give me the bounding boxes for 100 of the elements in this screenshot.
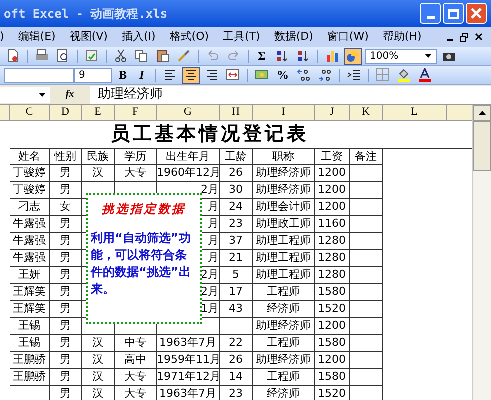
font-color-icon <box>418 68 432 82</box>
table-cell: 大专 <box>115 386 157 400</box>
table-cell: 37 <box>220 233 253 250</box>
column-header[interactable]: E <box>82 105 115 120</box>
menu-item[interactable]: 帮助(H) <box>382 28 422 46</box>
align-center-icon <box>184 68 198 82</box>
window-title: oft Excel - 动画教程.xls <box>4 6 168 22</box>
close-button[interactable] <box>466 3 487 24</box>
table-cell: 1580 <box>315 369 350 386</box>
table-cell: 14 <box>220 369 253 386</box>
toolbar-button[interactable] <box>416 66 434 84</box>
column-header[interactable]: I <box>253 105 315 120</box>
column-header[interactable]: D <box>50 105 82 120</box>
table-cell: 男 <box>50 284 82 301</box>
formula-input[interactable]: 助理经济师 <box>90 86 491 104</box>
toolbar-button[interactable]: Σ <box>254 48 270 64</box>
toolbar-button[interactable]: B <box>115 66 131 84</box>
bar-chart-icon <box>325 49 339 63</box>
menu-item[interactable]: 数据(D) <box>274 28 314 46</box>
table-cell: 女 <box>50 199 82 216</box>
spelling-icon <box>85 49 99 63</box>
restore-icon[interactable] <box>460 32 469 42</box>
empty-cell <box>350 318 383 335</box>
table-cell: 1963年7月 <box>157 386 220 400</box>
empty-cell <box>350 369 383 386</box>
insert-function-button[interactable]: fx <box>50 87 90 102</box>
font-size-combo[interactable]: 9 <box>74 68 112 82</box>
column-header[interactable]: C <box>10 105 50 120</box>
empty-cell <box>350 301 383 318</box>
table-cell: 王辉笑 <box>10 301 50 318</box>
column-header[interactable]: F <box>115 105 157 120</box>
column-header[interactable]: J <box>315 105 350 120</box>
table-cell: 1280 <box>315 250 350 267</box>
menu-item[interactable]: 插入(I) <box>122 28 156 46</box>
column-header[interactable]: L <box>383 105 447 120</box>
header-cell: 学历 <box>115 149 157 165</box>
column-header[interactable]: G <box>157 105 220 120</box>
toolbar-button[interactable] <box>182 66 200 84</box>
empty-cell <box>350 233 383 250</box>
menu-item[interactable]: 视图(V) <box>70 28 108 46</box>
table-cell: 1580 <box>315 335 350 352</box>
table-cell: 男 <box>50 233 82 250</box>
menu-item[interactable]: 窗口(W) <box>327 28 369 46</box>
toolbar-button[interactable]: % <box>274 66 292 84</box>
page-icon <box>6 49 20 63</box>
table-cell: 中专 <box>115 335 157 352</box>
up-arrow-icon <box>478 111 486 115</box>
empty-cell <box>350 182 383 199</box>
table-cell: 汉 <box>82 352 115 369</box>
toolbar-button[interactable] <box>295 66 313 84</box>
table-cell: 1280 <box>315 267 350 284</box>
table-cell: 1200 <box>315 318 350 335</box>
table-cell: 1200 <box>315 182 350 199</box>
table-cell: 1280 <box>315 233 350 250</box>
table-cell: 助理工程师 <box>253 250 315 267</box>
zoom-combo[interactable]: 100% <box>365 48 437 64</box>
column-header[interactable]: K <box>350 105 383 120</box>
scroll-thumb[interactable] <box>473 121 491 171</box>
borders-icon <box>376 68 390 82</box>
menu-item[interactable]: 格式(O) <box>170 28 210 46</box>
column-header[interactable]: H <box>220 105 253 120</box>
minimize-button[interactable] <box>420 3 441 24</box>
table-cell: 男 <box>50 165 82 182</box>
table-cell: 高中 <box>115 352 157 369</box>
table-cell: 1200 <box>315 199 350 216</box>
shapes-icon <box>346 49 360 63</box>
table-cell: 牛露强 <box>10 216 50 233</box>
table-cell: 26 <box>220 352 253 369</box>
magnifier-page-icon <box>56 49 70 63</box>
paint-bucket-icon <box>397 68 411 82</box>
table-cell: 汉 <box>82 165 115 182</box>
brush-icon <box>177 49 191 63</box>
table-cell: 1580 <box>315 284 350 301</box>
table-cell: 丁骏婷 <box>10 165 50 182</box>
table-cell: 男 <box>50 250 82 267</box>
vertical-scrollbar[interactable] <box>472 105 491 400</box>
menu-item[interactable]: 编辑(E) <box>18 28 56 46</box>
table-cell: 26 <box>220 165 253 182</box>
table-cell: 王鹏骄 <box>10 352 50 369</box>
toolbar-button[interactable] <box>395 66 413 84</box>
increase-decimal-icon <box>297 68 311 82</box>
undo-icon <box>206 49 220 63</box>
table-cell: 工程师 <box>253 335 315 352</box>
table-cell: 丁骏婷 <box>10 182 50 199</box>
table-cell: 王妍 <box>10 267 50 284</box>
table-cell: 刁志 <box>10 199 50 216</box>
close-icon[interactable] <box>475 33 483 41</box>
menu-item[interactable]: ) <box>0 28 4 46</box>
table-cell: 男 <box>50 301 82 318</box>
table-cell: 男 <box>50 386 82 400</box>
table-cell: 男 <box>50 216 82 233</box>
menu-item[interactable]: 工具(T) <box>223 28 260 46</box>
table-cell: 助理工程师 <box>253 267 315 284</box>
table-cell: 助理政工师 <box>253 216 315 233</box>
table-cell: 1520 <box>315 386 350 400</box>
table-cell: 汉 <box>82 369 115 386</box>
table-cell: 5 <box>220 267 253 284</box>
toolbar-button[interactable]: I <box>134 66 150 84</box>
maximize-button[interactable] <box>443 3 464 24</box>
scroll-up-button[interactable] <box>473 105 491 121</box>
